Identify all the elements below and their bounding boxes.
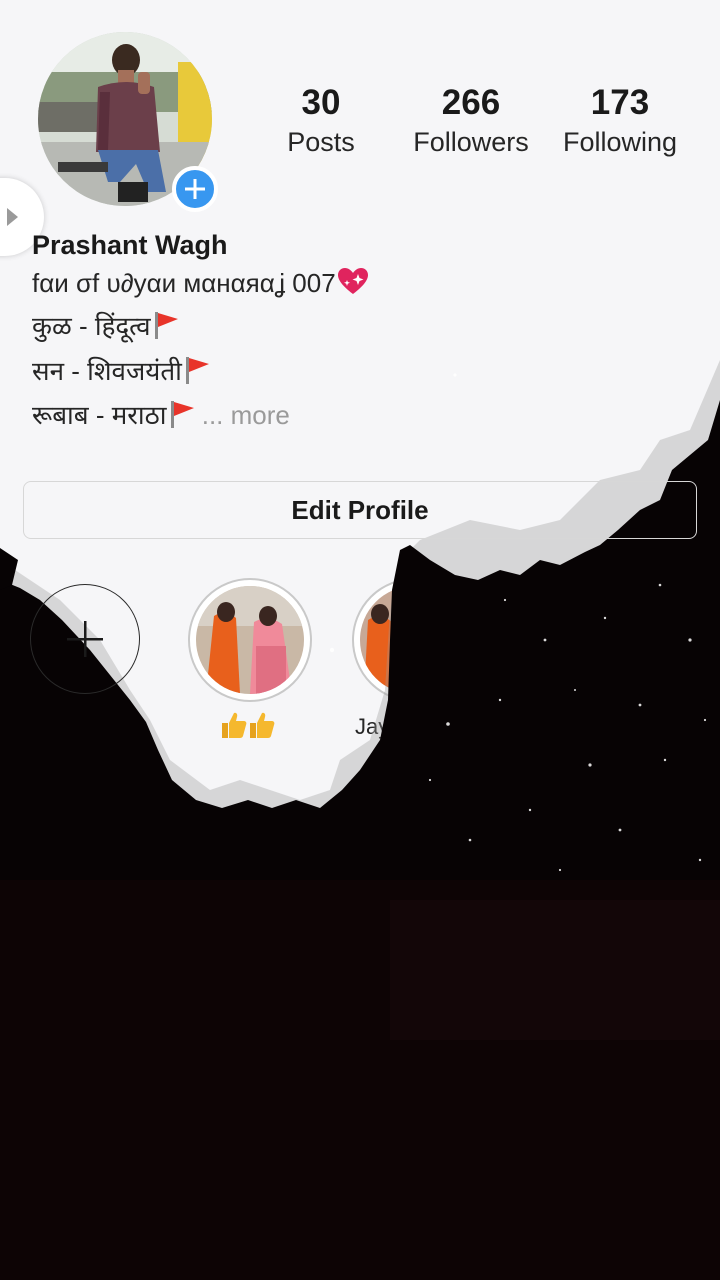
following-label: Following xyxy=(562,127,678,157)
bio-line: सन - शिवजयंती xyxy=(32,354,210,388)
thumbs-up-icon xyxy=(222,712,247,738)
bio-text: रूबाब - मराठा xyxy=(32,400,167,430)
followers-count: 266 xyxy=(441,83,501,122)
sparkling-heart-icon xyxy=(337,268,368,294)
play-arrow-icon xyxy=(6,208,18,226)
highlight-item[interactable] xyxy=(352,578,476,702)
highlight-cover-image xyxy=(360,586,468,694)
posts-label: Posts xyxy=(287,127,355,157)
thumbs-up-icon xyxy=(250,712,275,738)
bio-text: fαи σf υ∂уαи мαнαяαʝ 007 xyxy=(32,268,336,298)
highlight-label: Jay xyxy=(355,714,390,739)
highlight-cover-image xyxy=(196,586,304,694)
posts-count: 30 xyxy=(301,83,341,122)
followers-stat[interactable]: 266 Followers xyxy=(396,82,546,160)
following-count: 173 xyxy=(590,83,650,122)
bio-line: रूबाब - मराठा ... more xyxy=(32,398,290,432)
bio-text: कुळ - हिंदूत्व xyxy=(32,311,151,341)
following-stat[interactable]: 173 Following xyxy=(545,82,695,160)
edit-profile-button[interactable]: Edit Profile xyxy=(23,481,697,539)
bio-line: fαи σf υ∂уαи мαнαяαʝ 007 xyxy=(32,266,370,300)
bio-text: सन - शिवजयंती xyxy=(32,356,182,386)
profile-screen: 30 Posts 266 Followers 173 Following Pra… xyxy=(0,0,720,1280)
highlight-cover xyxy=(196,586,304,694)
bio-line: कुळ - हिंदूत्व xyxy=(32,309,179,343)
red-flag-icon xyxy=(154,312,178,339)
profile-name: Prashant Wagh xyxy=(32,230,228,260)
red-flag-icon xyxy=(170,401,194,428)
red-flag-icon xyxy=(185,357,209,384)
more-link[interactable]: ... more xyxy=(202,400,290,430)
posts-stat[interactable]: 30 Posts xyxy=(246,82,396,160)
new-highlight-button[interactable] xyxy=(30,584,140,694)
highlight-item[interactable] xyxy=(188,578,312,702)
plus-icon xyxy=(67,621,103,657)
followers-label: Followers xyxy=(413,127,529,157)
add-story-button[interactable] xyxy=(172,166,218,212)
highlight-cover xyxy=(360,586,468,694)
highlight-ring xyxy=(188,578,312,702)
highlight-label xyxy=(219,710,275,740)
highlight-ring xyxy=(352,578,476,702)
plus-icon xyxy=(185,179,205,199)
